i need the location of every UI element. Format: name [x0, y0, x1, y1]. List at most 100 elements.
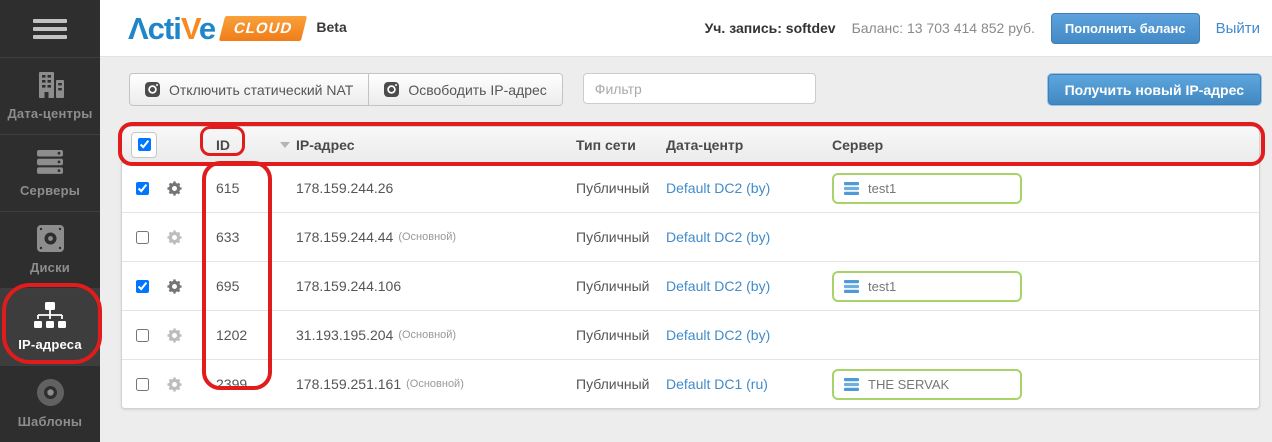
row-id: 615 — [202, 180, 296, 196]
table-row: 2399 178.159.251.161 (Основной) Публичный… — [122, 359, 1259, 408]
top-bar: ΛctiVe CLOUD Beta Уч. запись: softdev Ба… — [100, 0, 1272, 57]
brand-logo[interactable]: ΛctiVe CLOUD Beta — [128, 13, 347, 44]
servers-icon — [35, 149, 65, 175]
row-checkbox[interactable] — [136, 182, 149, 195]
row-datacenter-link[interactable]: Default DC2 (by) — [666, 327, 770, 343]
account-balance: Баланс: 13 703 414 852 руб. — [852, 20, 1035, 36]
account-user-label: Уч. запись: softdev — [705, 20, 836, 36]
ip-table: ID IP-адрес Тип сети Дата-центр Сервер 6… — [121, 126, 1260, 409]
table-row: 1202 31.193.195.204(Основной) Публичный … — [122, 310, 1259, 359]
templates-icon — [37, 379, 64, 406]
header-datacenter: Дата-центр — [666, 137, 832, 153]
sidebar: Дата-центры Серверы Диски — [0, 0, 100, 442]
gear-icon — [166, 376, 183, 393]
header-ip: IP-адрес — [296, 137, 576, 153]
row-ip: 178.159.244.26 — [296, 180, 393, 196]
row-datacenter-link[interactable]: Default DC2 (by) — [666, 229, 770, 245]
lens-icon — [145, 82, 160, 97]
sidebar-item-servers[interactable]: Серверы — [0, 134, 100, 211]
sidebar-item-datacenters[interactable]: Дата-центры — [0, 57, 100, 134]
row-settings-button[interactable] — [166, 229, 202, 246]
lens-icon — [384, 82, 399, 97]
beta-label: Beta — [316, 19, 346, 44]
logo-cloud-badge: CLOUD — [219, 16, 308, 41]
row-id: 633 — [202, 229, 296, 245]
row-network-type: Публичный — [576, 278, 666, 294]
sidebar-item-label: Дата-центры — [7, 106, 92, 121]
row-settings-button[interactable] — [166, 376, 202, 393]
table-row: 615 178.159.244.26 Публичный Default DC2… — [122, 163, 1259, 212]
sidebar-item-label: Шаблоны — [18, 414, 82, 429]
server-icon — [844, 182, 859, 195]
logout-link[interactable]: Выйти — [1216, 20, 1260, 37]
app-root: Дата-центры Серверы Диски — [0, 0, 1272, 442]
sidebar-item-label: IP-адреса — [18, 337, 82, 352]
row-settings-button[interactable] — [166, 278, 202, 295]
row-ip-suffix: (Основной) — [398, 231, 456, 243]
server-name: test1 — [868, 279, 896, 294]
row-ip: 31.193.195.204 — [296, 327, 393, 343]
filter-input[interactable] — [583, 73, 816, 104]
server-icon — [844, 280, 859, 293]
row-checkbox[interactable] — [136, 231, 149, 244]
header-id[interactable]: ID — [202, 137, 296, 153]
row-datacenter-link[interactable]: Default DC2 (by) — [666, 180, 770, 196]
select-all-checkbox[interactable] — [138, 138, 151, 151]
release-ip-button[interactable]: Освободить IP-адрес — [369, 73, 562, 106]
header-network-type: Тип сети — [576, 137, 666, 153]
logo-text-e: e — [199, 11, 215, 46]
table-row: 695 178.159.244.106 Публичный Default DC… — [122, 261, 1259, 310]
toolbar: Отключить статический NAT Освободить IP-… — [129, 73, 1262, 106]
server-icon — [844, 378, 859, 391]
row-network-type: Публичный — [576, 327, 666, 343]
sidebar-item-ip-addresses[interactable]: IP-адреса — [0, 288, 100, 365]
row-ip: 178.159.251.161 — [296, 376, 401, 392]
get-new-ip-button[interactable]: Получить новый IP-адрес — [1047, 73, 1262, 106]
server-name: THE SERVAK — [868, 377, 949, 392]
row-network-type: Публичный — [576, 376, 666, 392]
header-server: Сервер — [832, 137, 1259, 153]
table-row: 633 178.159.244.44 (Основной) Публичный D… — [122, 212, 1259, 261]
sidebar-item-label: Диски — [30, 260, 70, 275]
row-ip: 178.159.244.44 — [296, 229, 393, 245]
logo-text-active: Λcti — [128, 11, 181, 46]
toolbar-button-group: Отключить статический NAT Освободить IP-… — [129, 73, 563, 106]
server-badge[interactable]: test1 — [832, 173, 1022, 204]
main-area: ΛctiVe CLOUD Beta Уч. запись: softdev Ба… — [100, 0, 1272, 442]
topup-balance-button[interactable]: Пополнить баланс — [1051, 13, 1200, 44]
row-checkbox[interactable] — [136, 378, 149, 391]
row-ip-suffix: (Основной) — [406, 378, 464, 390]
sidebar-item-label: Серверы — [20, 183, 80, 198]
gear-icon — [166, 229, 183, 246]
row-datacenter-link[interactable]: Default DC1 (ru) — [666, 376, 768, 392]
sidebar-item-disks[interactable]: Диски — [0, 211, 100, 288]
row-datacenter-link[interactable]: Default DC2 (by) — [666, 278, 770, 294]
row-ip-suffix: (Основной) — [398, 329, 456, 341]
disable-static-nat-button[interactable]: Отключить статический NAT — [129, 73, 369, 106]
row-ip: 178.159.244.106 — [296, 278, 401, 294]
row-settings-button[interactable] — [166, 180, 202, 197]
datacenter-icon — [35, 71, 65, 98]
row-network-type: Публичный — [576, 180, 666, 196]
sidebar-item-templates[interactable]: Шаблоны — [0, 365, 100, 442]
hamburger-icon — [33, 15, 67, 43]
table-header-row: ID IP-адрес Тип сети Дата-центр Сервер — [122, 127, 1259, 163]
logo-text-v: V — [181, 11, 199, 46]
sort-caret-icon — [280, 142, 290, 148]
server-badge[interactable]: test1 — [832, 271, 1022, 302]
row-settings-button[interactable] — [166, 327, 202, 344]
row-id: 1202 — [202, 327, 296, 343]
server-badge[interactable]: THE SERVAK — [832, 369, 1022, 400]
ip-addresses-icon — [34, 302, 66, 329]
row-id: 2399 — [202, 376, 296, 392]
disks-icon — [37, 225, 64, 252]
row-network-type: Публичный — [576, 229, 666, 245]
menu-toggle-button[interactable] — [0, 0, 100, 57]
row-checkbox[interactable] — [136, 280, 149, 293]
row-checkbox[interactable] — [136, 329, 149, 342]
select-all-checkbox-wrap[interactable] — [131, 132, 157, 158]
row-id: 695 — [202, 278, 296, 294]
gear-icon — [166, 327, 183, 344]
gear-icon — [166, 180, 183, 197]
account-area: Уч. запись: softdev Баланс: 13 703 414 8… — [705, 13, 1260, 44]
